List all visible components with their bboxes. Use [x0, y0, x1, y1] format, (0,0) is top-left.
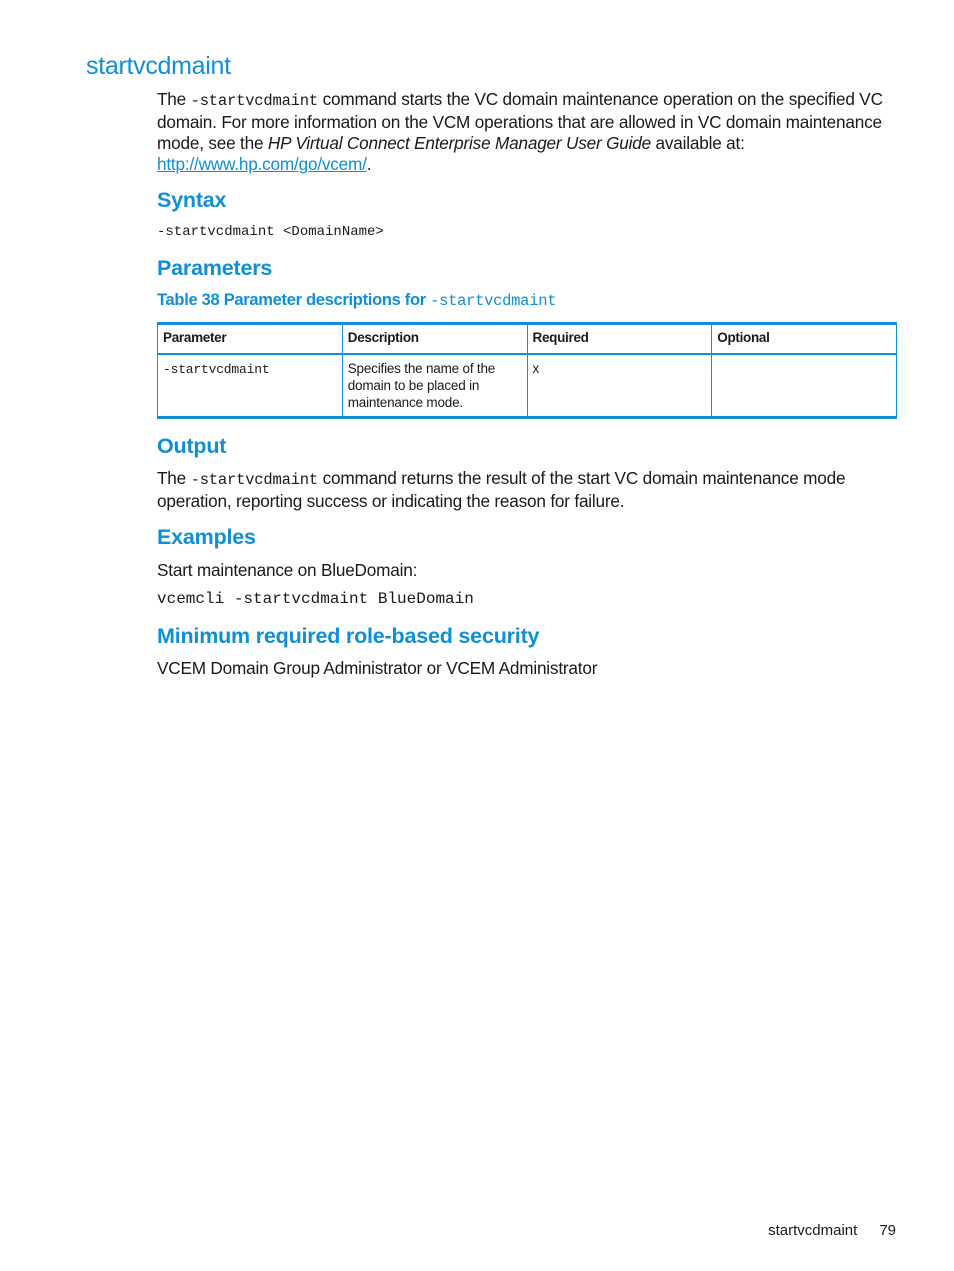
table-caption-text: Table 38 Parameter descriptions for: [157, 291, 431, 309]
security-text: VCEM Domain Group Administrator or VCEM …: [157, 658, 598, 678]
cell-description: Specifies the name of the domain to be p…: [341, 354, 528, 418]
column-header-description: Description: [341, 323, 528, 355]
example-description: Start maintenance on BlueDomain:: [157, 560, 418, 580]
page-footer: startvcdmaint 79: [768, 1222, 896, 1239]
intro-prefix: The: [157, 89, 191, 109]
output-command: -startvcdmaint: [190, 471, 319, 489]
vcem-link[interactable]: http://www.hp.com/go/vcem/: [157, 154, 367, 174]
page-title: startvcdmaint: [86, 52, 231, 80]
syntax-heading: Syntax: [157, 188, 227, 212]
parameters-heading: Parameters: [157, 256, 273, 280]
examples-heading: Examples: [157, 525, 256, 549]
table-caption-command: -startvcdmaint: [430, 292, 557, 310]
table-row: -startvcdmaint Specifies the name of the…: [157, 354, 897, 418]
guide-title: HP Virtual Connect Enterprise Manager Us…: [267, 133, 651, 153]
table-header-row: Parameter Description Required Optional: [157, 323, 897, 355]
column-header-parameter: Parameter: [157, 323, 343, 355]
intro-text2: available at:: [650, 133, 745, 153]
security-heading: Minimum required role-based security: [157, 624, 540, 648]
cell-parameter: -startvcdmaint: [157, 354, 343, 418]
cell-required: x: [526, 354, 713, 418]
syntax-code: -startvcdmaint <DomainName>: [157, 224, 384, 240]
intro-command: -startvcdmaint: [190, 92, 319, 110]
intro-suffix: .: [366, 154, 372, 174]
output-prefix: The: [157, 468, 191, 488]
cell-optional: [711, 354, 897, 418]
column-header-optional: Optional: [711, 323, 897, 355]
table-caption: Table 38 Parameter descriptions for -sta…: [157, 291, 897, 310]
parameters-table: Parameter Description Required Optional …: [157, 322, 897, 419]
parameter-name: -startvcdmaint: [163, 362, 270, 377]
footer-section: startvcdmaint: [768, 1222, 858, 1239]
page-number: 79: [879, 1222, 896, 1239]
output-paragraph: The -startvcdmaint command returns the r…: [157, 468, 897, 512]
intro-paragraph: The -startvcdmaint command starts the VC…: [157, 89, 897, 175]
example-code: vcemcli -startvcdmaint BlueDomain: [157, 590, 474, 608]
column-header-required: Required: [526, 323, 713, 355]
output-heading: Output: [157, 434, 227, 458]
